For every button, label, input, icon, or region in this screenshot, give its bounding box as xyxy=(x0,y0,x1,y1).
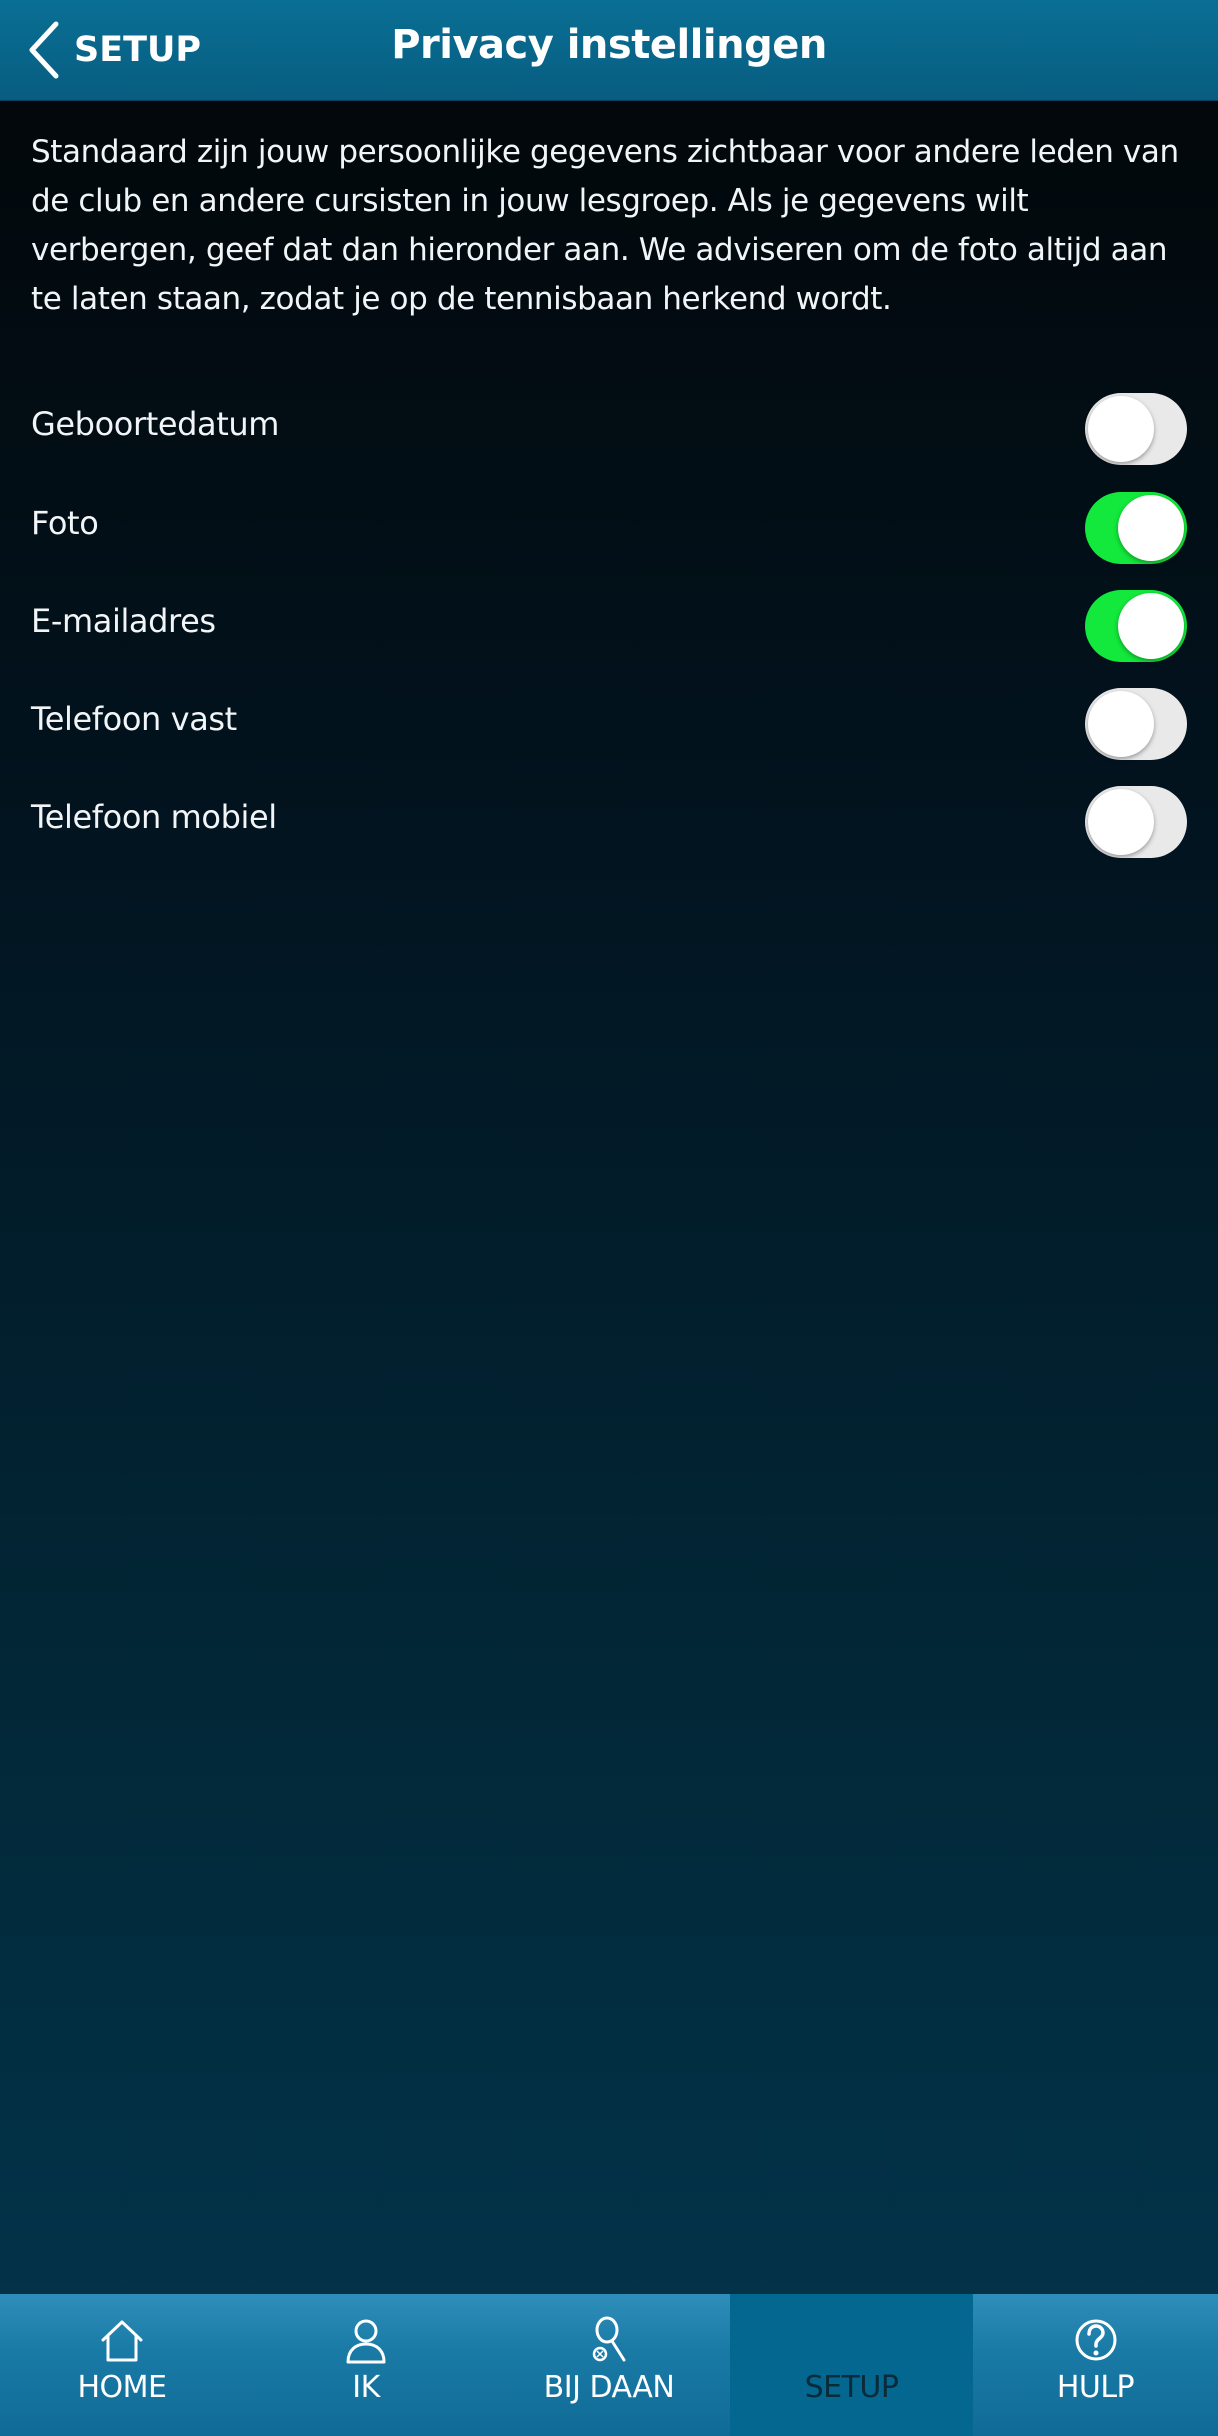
toggle-geboortedatum[interactable] xyxy=(1085,393,1187,465)
person-icon xyxy=(346,2319,386,2364)
setting-row-emailadres: E-mailadres xyxy=(0,588,1218,664)
bottom-tab-bar: HOME IK BIJ DAAN SETUP HULP xyxy=(0,2294,1218,2436)
setting-row-geboortedatum: Geboortedatum xyxy=(0,391,1218,467)
blank-icon-slot xyxy=(829,2316,875,2366)
setting-label: Telefoon mobiel xyxy=(31,798,277,836)
tab-bij-daan[interactable]: BIJ DAAN xyxy=(488,2294,730,2436)
toggle-knob xyxy=(1118,593,1184,659)
toggle-foto[interactable] xyxy=(1085,492,1187,564)
toggle-telefoon-vast[interactable] xyxy=(1085,688,1187,760)
setting-label: Foto xyxy=(31,504,99,542)
toggle-knob xyxy=(1088,789,1154,855)
tab-label: HOME xyxy=(77,2370,167,2405)
setting-row-telefoon-vast: Telefoon vast xyxy=(0,686,1218,762)
setting-label: Telefoon vast xyxy=(31,700,237,738)
page-title: Privacy instellingen xyxy=(391,22,827,68)
help-circle-icon xyxy=(1075,2319,1116,2361)
tab-label: HULP xyxy=(1056,2370,1135,2405)
tab-label: SETUP xyxy=(804,2370,899,2405)
toggle-emailadres[interactable] xyxy=(1085,590,1187,662)
toggle-knob xyxy=(1118,495,1184,561)
setting-label: Geboortedatum xyxy=(31,405,280,443)
tab-ik[interactable]: IK xyxy=(244,2294,488,2436)
tab-label: BIJ DAAN xyxy=(543,2370,675,2405)
tab-hulp[interactable]: HULP xyxy=(973,2294,1218,2436)
toggle-telefoon-mobiel[interactable] xyxy=(1085,786,1187,858)
setting-label: E-mailadres xyxy=(31,602,216,640)
tab-setup[interactable]: SETUP xyxy=(730,2294,973,2436)
tab-label: IK xyxy=(352,2370,380,2405)
setting-row-foto: Foto xyxy=(0,490,1218,566)
tennis-racket-icon xyxy=(592,2316,626,2362)
tab-home[interactable]: HOME xyxy=(0,2294,244,2436)
home-icon xyxy=(101,2320,143,2362)
header-bar: SETUP Privacy instellingen xyxy=(0,0,1218,101)
toggle-knob xyxy=(1088,691,1154,757)
intro-text: Standaard zijn jouw persoonlijke gegeven… xyxy=(31,134,1179,317)
setting-row-telefoon-mobiel: Telefoon mobiel xyxy=(0,784,1218,860)
toggle-knob xyxy=(1088,396,1154,462)
